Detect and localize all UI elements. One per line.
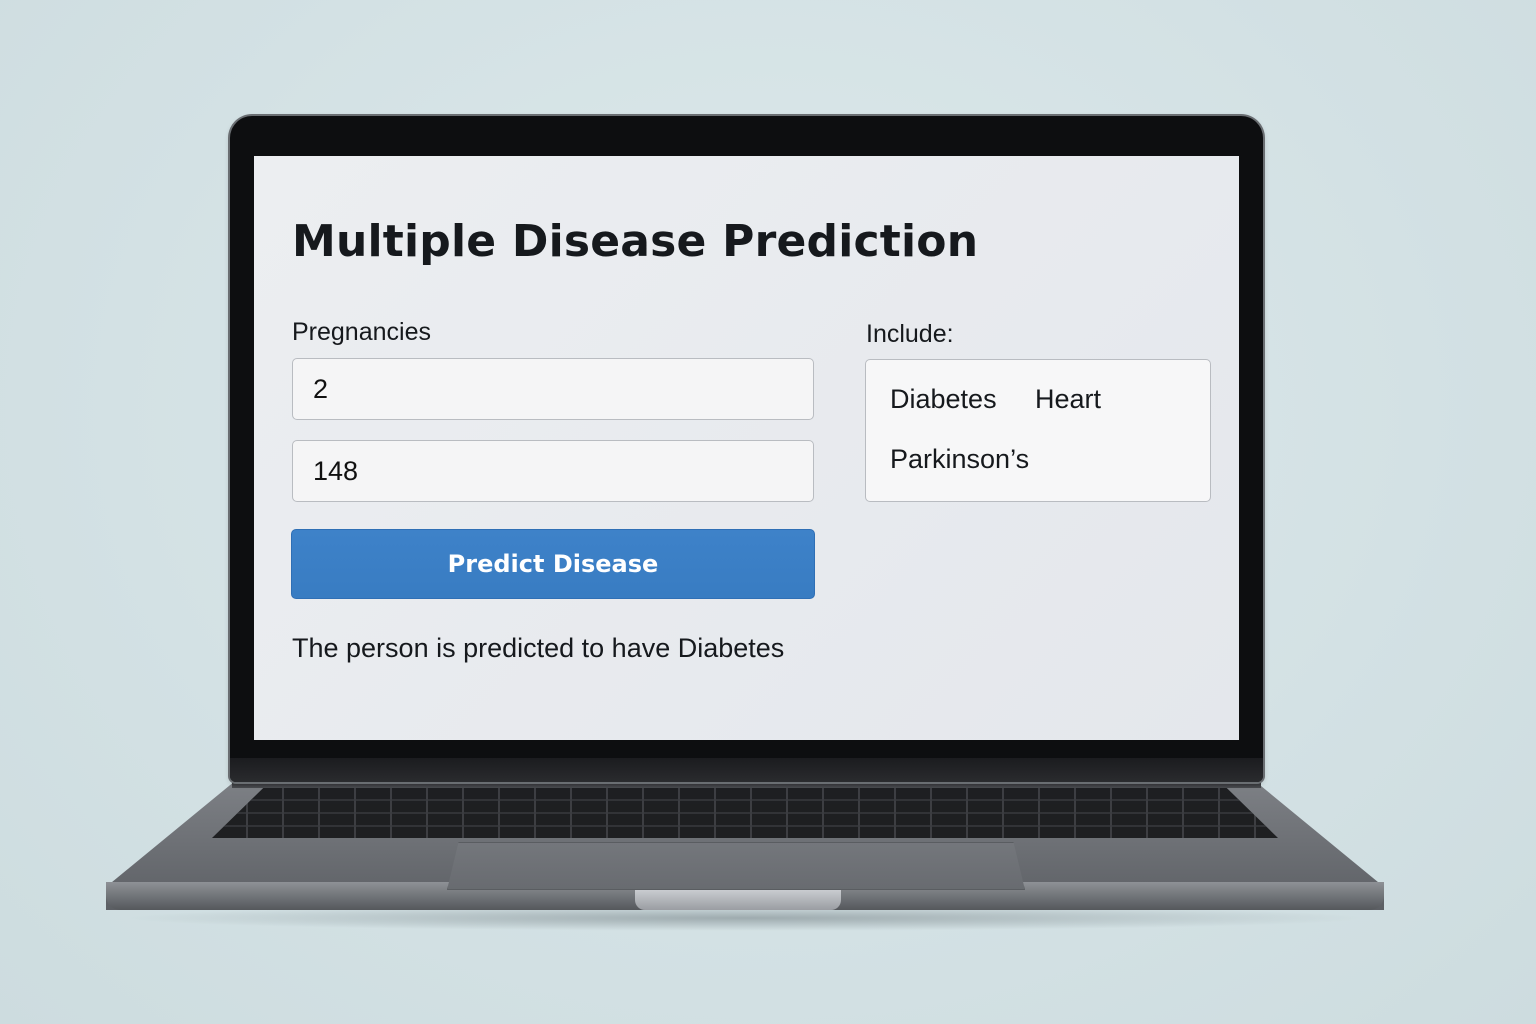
scene-background: Multiple Disease Prediction Pregnancies … bbox=[0, 0, 1536, 1024]
app-screen: Multiple Disease Prediction Pregnancies … bbox=[254, 156, 1239, 740]
laptop-lid: Multiple Disease Prediction Pregnancies … bbox=[230, 116, 1263, 782]
include-label: Include: bbox=[866, 320, 954, 348]
lid-notch bbox=[635, 890, 841, 910]
option-heart[interactable]: Heart bbox=[1035, 384, 1101, 415]
lid-bottom-bezel bbox=[230, 758, 1263, 782]
page-title: Multiple Disease Prediction bbox=[292, 216, 979, 267]
include-options-box: Diabetes Heart Parkinson’s bbox=[865, 359, 1211, 502]
trackpad bbox=[447, 842, 1025, 890]
keyboard-rows bbox=[212, 786, 1278, 838]
prediction-result: The person is predicted to have Diabetes bbox=[292, 633, 785, 663]
pregnancies-label: Pregnancies bbox=[292, 318, 431, 346]
predict-disease-button[interactable]: Predict Disease bbox=[291, 529, 815, 599]
pregnancies-input[interactable] bbox=[292, 358, 814, 420]
option-parkinsons[interactable]: Parkinson’s bbox=[890, 444, 1029, 475]
glucose-input[interactable] bbox=[292, 440, 814, 502]
option-diabetes[interactable]: Diabetes bbox=[890, 384, 997, 415]
